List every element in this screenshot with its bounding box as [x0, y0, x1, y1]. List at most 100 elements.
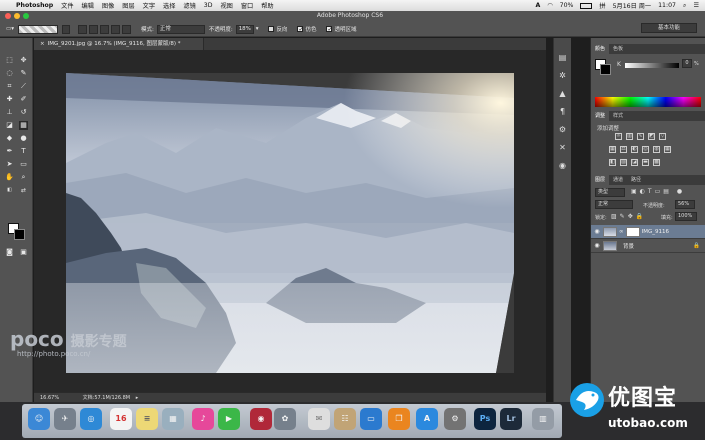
- transparency-checkbox[interactable]: [326, 26, 333, 32]
- trash-icon[interactable]: ▥: [532, 408, 554, 430]
- wifi-icon[interactable]: ◠: [547, 2, 552, 9]
- document-tab[interactable]: × IMG_9201.jpg @ 16.7% (IMG_9116, 图层蒙版/8)…: [34, 38, 204, 50]
- exposure-icon[interactable]: ◩: [648, 133, 655, 140]
- zoom-tool-icon[interactable]: ⌕: [19, 173, 28, 182]
- clone-source-icon[interactable]: ✕: [557, 142, 568, 153]
- opacity-input[interactable]: 18%: [235, 24, 254, 34]
- layer-opacity-input[interactable]: 56%: [675, 200, 695, 209]
- layer-row-img9116[interactable]: ◉ ∞ IMG_9116: [591, 225, 705, 239]
- crop-tool-icon[interactable]: ⌗: [5, 82, 14, 91]
- menu-app-name[interactable]: Photoshop: [16, 2, 53, 9]
- lasso-tool-icon[interactable]: ◌: [5, 69, 14, 78]
- brightness-icon[interactable]: ☼: [615, 133, 622, 140]
- preview-icon[interactable]: ▦: [162, 408, 184, 430]
- adobe-icon[interactable]: A: [535, 2, 540, 9]
- menu-3d[interactable]: 3D: [204, 2, 213, 9]
- channel-mixer-icon[interactable]: ◍: [653, 146, 660, 153]
- layer-name[interactable]: IMG_9116: [642, 229, 669, 235]
- chain-link-icon[interactable]: ∞: [619, 229, 624, 235]
- gradient-map-icon[interactable]: ▬: [642, 159, 649, 166]
- curves-icon[interactable]: ∿: [637, 133, 644, 140]
- properties-icon[interactable]: ⚙: [557, 124, 568, 135]
- gradient-tool-icon[interactable]: ▦: [19, 121, 28, 130]
- brush-tool-icon[interactable]: ✐: [19, 95, 28, 104]
- gradient-picker[interactable]: [17, 24, 58, 34]
- layer-name[interactable]: 背景: [623, 242, 634, 250]
- menu-window[interactable]: 窗口: [241, 1, 253, 10]
- gradient-dropdown[interactable]: [61, 24, 70, 34]
- photos-icon[interactable]: ✿: [274, 408, 296, 430]
- shape-tool-icon[interactable]: ▭: [19, 160, 28, 169]
- k-slider[interactable]: [625, 63, 679, 68]
- info-icon[interactable]: ◉: [557, 160, 568, 171]
- menu-help[interactable]: 帮助: [261, 1, 273, 10]
- color-spectrum[interactable]: [595, 97, 701, 107]
- battery-icon[interactable]: [580, 2, 593, 9]
- paragraph-icon[interactable]: ¶: [557, 106, 568, 117]
- zoom-window-button[interactable]: [23, 13, 29, 19]
- menu-filter[interactable]: 滤镜: [183, 1, 195, 10]
- safari-icon[interactable]: ◎: [80, 408, 102, 430]
- path-select-tool-icon[interactable]: ➤: [5, 160, 14, 169]
- k-value-input[interactable]: 0: [682, 59, 692, 68]
- photoshop-icon[interactable]: Ps: [474, 408, 496, 430]
- tab-styles[interactable]: 样式: [609, 111, 627, 121]
- menu-file[interactable]: 文件: [61, 1, 73, 10]
- levels-icon[interactable]: ▥: [626, 133, 633, 140]
- vibrance-icon[interactable]: ▽: [659, 133, 666, 140]
- tab-adjustments[interactable]: 调整: [591, 111, 610, 121]
- reverse-checkbox[interactable]: [268, 26, 275, 32]
- dodge-tool-icon[interactable]: ●: [19, 134, 28, 143]
- eraser-tool-icon[interactable]: ◪: [5, 121, 14, 130]
- type-tool-icon[interactable]: T: [19, 147, 28, 156]
- tab-color[interactable]: 颜色: [591, 44, 610, 54]
- move-tool-icon[interactable]: ✥: [19, 56, 28, 65]
- menu-select[interactable]: 选择: [163, 1, 175, 10]
- photo-filter-icon[interactable]: ◎: [642, 146, 649, 153]
- clock-time[interactable]: 11:07: [658, 2, 676, 9]
- workspace-select[interactable]: 基本功能: [641, 23, 697, 33]
- dither-checkbox[interactable]: [297, 26, 304, 32]
- angle-gradient-icon[interactable]: [99, 24, 109, 34]
- marquee-tool-icon[interactable]: ⬚: [5, 56, 14, 65]
- menu-edit[interactable]: 编辑: [82, 1, 94, 10]
- background-color-swatch[interactable]: [14, 229, 25, 240]
- search-icon[interactable]: ⌕: [683, 2, 686, 10]
- keynote-icon[interactable]: ▭: [360, 408, 382, 430]
- history-icon[interactable]: ▤: [557, 52, 568, 63]
- color-lookup-icon[interactable]: ▦: [664, 146, 671, 153]
- fill-input[interactable]: 100%: [675, 212, 697, 221]
- calendar-icon[interactable]: 16: [110, 408, 132, 430]
- finder-icon[interactable]: ☺: [28, 408, 50, 430]
- input-icon[interactable]: 拼: [599, 1, 605, 10]
- color-balance-icon[interactable]: ⚖: [620, 146, 627, 153]
- mail-icon[interactable]: ✉: [308, 408, 330, 430]
- menu-type[interactable]: 文字: [143, 1, 155, 10]
- contacts-icon[interactable]: ☷: [334, 408, 356, 430]
- black-white-icon[interactable]: ◐: [631, 146, 638, 153]
- layer-mask-thumbnail[interactable]: [625, 226, 640, 237]
- minimize-window-button[interactable]: [14, 13, 20, 19]
- swap-colors-icon[interactable]: ⇄: [19, 186, 28, 195]
- photo-booth-icon[interactable]: ◉: [250, 408, 272, 430]
- tab-channels[interactable]: 通道: [609, 175, 627, 185]
- blur-tool-icon[interactable]: ◆: [5, 134, 14, 143]
- menu-image[interactable]: 图像: [102, 1, 114, 10]
- mode-select[interactable]: 正常: [156, 24, 205, 34]
- close-window-button[interactable]: [5, 13, 11, 19]
- hue-saturation-icon[interactable]: ▦: [609, 146, 616, 153]
- notes-icon[interactable]: ≡: [136, 408, 158, 430]
- notification-icon[interactable]: ☰: [693, 2, 699, 9]
- facetime-icon[interactable]: ▶: [218, 408, 240, 430]
- default-colors-icon[interactable]: ◧: [5, 186, 14, 195]
- healing-tool-icon[interactable]: ✚: [5, 95, 14, 104]
- image-canvas[interactable]: [66, 73, 514, 373]
- radial-gradient-icon[interactable]: [88, 24, 98, 34]
- hand-tool-icon[interactable]: ✋: [5, 173, 14, 182]
- quick-mask-icon[interactable]: ◙: [5, 248, 14, 257]
- visibility-eye-icon[interactable]: ◉: [591, 242, 603, 249]
- gradient-tool-icon[interactable]: ▭▾: [6, 26, 14, 32]
- layer-kind-filter[interactable]: 类型: [595, 188, 625, 197]
- lightroom-icon[interactable]: Lr: [500, 408, 522, 430]
- close-tab-icon[interactable]: ×: [40, 41, 45, 47]
